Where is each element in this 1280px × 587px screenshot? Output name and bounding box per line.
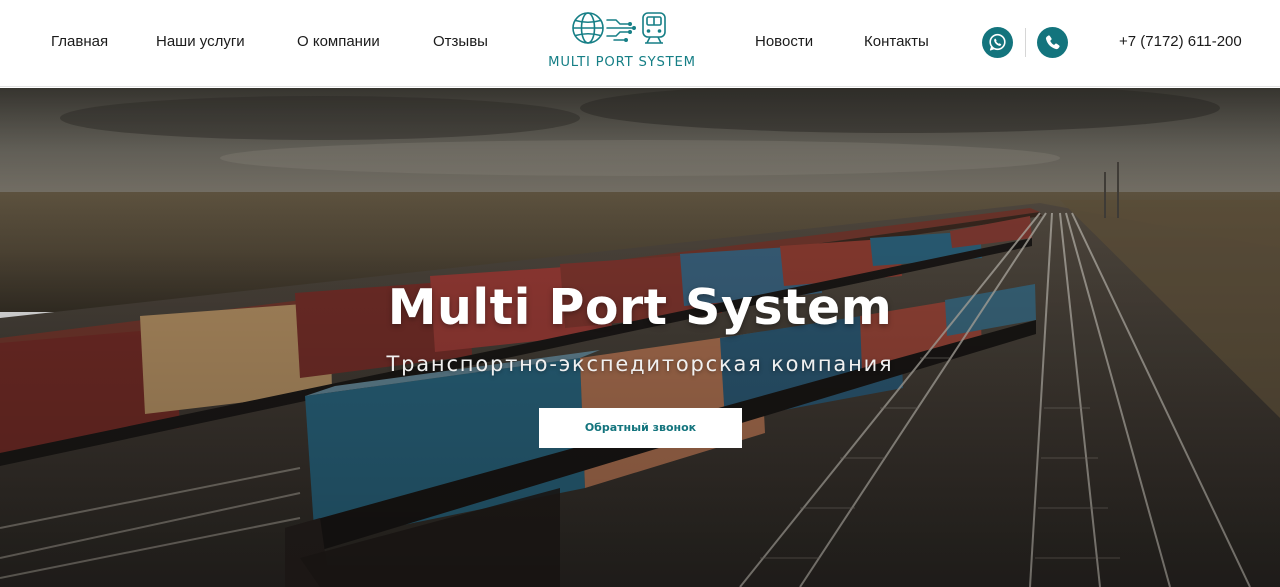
whatsapp-icon (989, 33, 1006, 51)
phone-number-link[interactable]: +7 (7172) 611-200 (1119, 33, 1242, 51)
nav-reviews[interactable]: Отзывы (433, 33, 488, 51)
header-divider (1025, 28, 1026, 57)
nav-services[interactable]: Наши услуги (156, 33, 245, 51)
nav-home[interactable]: Главная (51, 33, 108, 51)
hero-section: Multi Port System Транспортно-экспедитор… (0, 88, 1280, 587)
hero-subtitle: Транспортно-экспедиторская компания (386, 352, 894, 376)
nav-news[interactable]: Новости (755, 33, 813, 51)
callback-button[interactable]: Обратный звонок (539, 408, 742, 448)
nav-contacts[interactable]: Контакты (864, 33, 929, 51)
logo-text: MULTI PORT SYSTEM (548, 55, 696, 70)
site-logo[interactable]: MULTI PORT SYSTEM (540, 8, 704, 76)
site-header: Главная Наши услуги О компании Отзывы MU… (0, 0, 1280, 87)
hero-title: Multi Port System (387, 279, 893, 336)
logo-mark-icon (572, 12, 666, 44)
nav-about[interactable]: О компании (297, 33, 380, 51)
phone-icon (1045, 35, 1060, 50)
call-button[interactable] (1037, 27, 1068, 58)
whatsapp-button[interactable] (982, 27, 1013, 58)
